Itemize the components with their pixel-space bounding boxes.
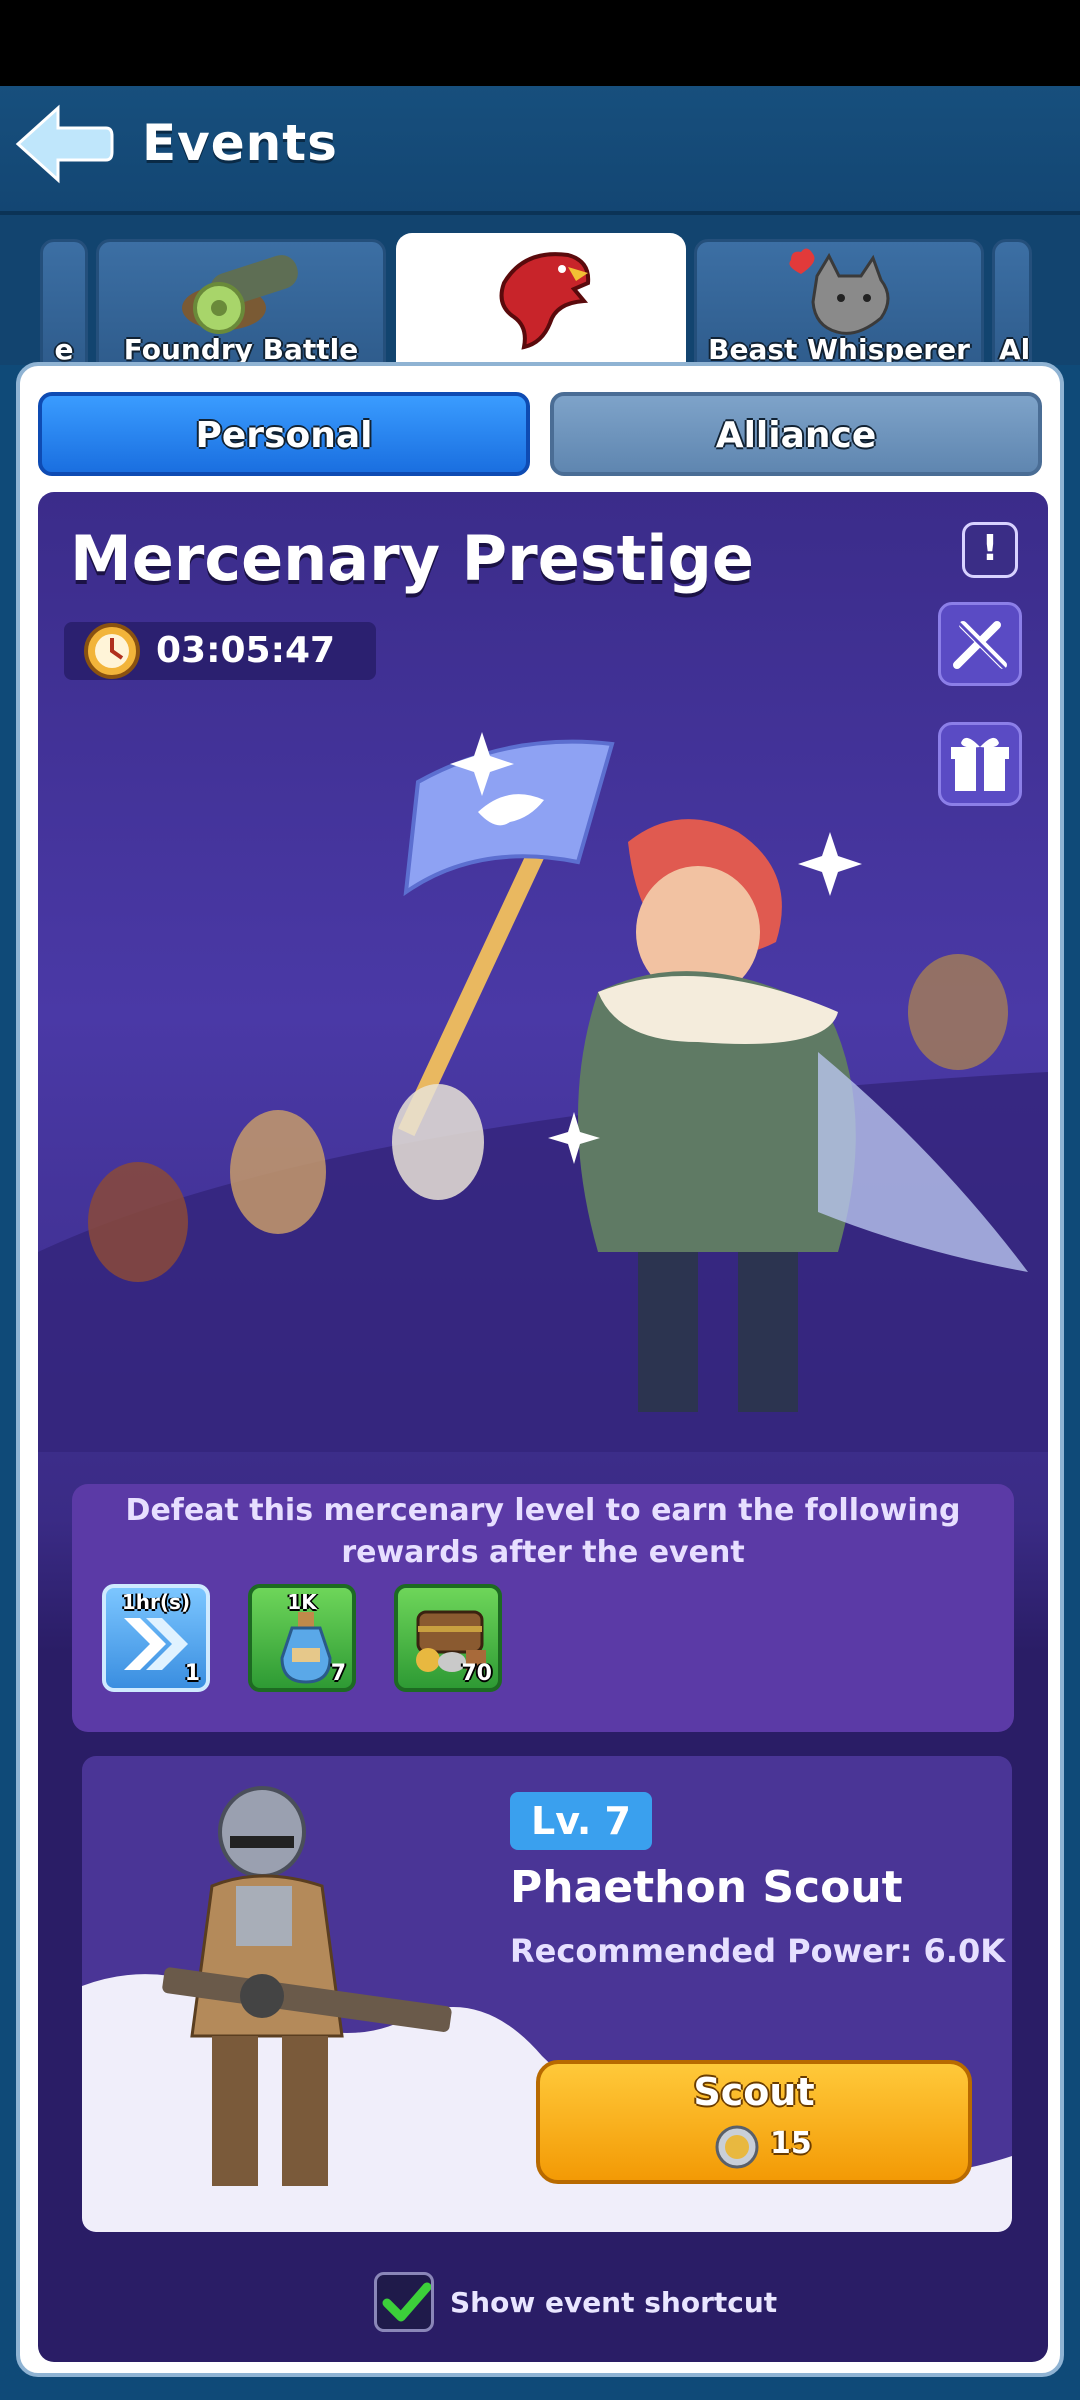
timer-text: 03:05:47 bbox=[156, 630, 336, 671]
top-bar: Events bbox=[0, 86, 1080, 215]
checkmark-icon bbox=[381, 2277, 432, 2331]
enemy-level-badge: Lv. 7 bbox=[510, 1792, 652, 1850]
reward-exp[interactable]: 1K 7 bbox=[248, 1584, 356, 1692]
event-hero-artwork bbox=[38, 692, 1048, 1452]
exp-potion-icon bbox=[274, 1610, 338, 1690]
status-bar bbox=[0, 0, 1080, 86]
reward-top-label: 1hr(s) bbox=[121, 1590, 191, 1614]
back-arrow-icon[interactable] bbox=[14, 102, 114, 186]
checkbox[interactable] bbox=[374, 2272, 434, 2332]
battle-swords-icon[interactable] bbox=[938, 602, 1022, 686]
reward-top-label: 1K bbox=[287, 1590, 317, 1614]
phaethon-scout-portrait bbox=[142, 1786, 462, 2210]
recommended-power: Recommended Power: 6.0K bbox=[510, 1932, 1006, 1970]
speedup-icon bbox=[120, 1612, 192, 1680]
clock-icon bbox=[82, 620, 142, 686]
tab-beast-whisperer[interactable]: Beast Whisperer bbox=[694, 239, 984, 375]
scout-label: Scout bbox=[693, 2070, 815, 2114]
info-icon[interactable]: ! bbox=[962, 522, 1018, 578]
event-title: Mercenary Prestige bbox=[70, 522, 754, 595]
rewards-box: Defeat this mercenary level to earn the … bbox=[72, 1484, 1014, 1732]
tab-partial-left[interactable]: e bbox=[40, 239, 88, 375]
tab-foundry-battle[interactable]: Foundry Battle bbox=[96, 239, 386, 375]
event-timer: 03:05:47 bbox=[64, 622, 376, 680]
event-panel: Personal Alliance Mercenary Prestige ! 0… bbox=[16, 362, 1064, 2377]
scout-button[interactable]: Scout 15 bbox=[536, 2060, 972, 2184]
wolf-heart-icon bbox=[777, 246, 907, 342]
reward-resource-chest[interactable]: 70 bbox=[394, 1584, 502, 1692]
shortcut-label: Show event shortcut bbox=[450, 2286, 778, 2319]
rewards-description: Defeat this mercenary level to earn the … bbox=[125, 1493, 961, 1570]
enemy-name: Phaethon Scout bbox=[510, 1862, 903, 1913]
event-card: Mercenary Prestige ! 03:05:47 Defeat thi… bbox=[38, 492, 1048, 2362]
reward-count: 7 bbox=[330, 1661, 346, 1686]
alliance-tab-button[interactable]: Alliance bbox=[550, 392, 1042, 476]
reward-count: 1 bbox=[184, 1661, 200, 1686]
scout-cost: 15 bbox=[770, 2126, 812, 2161]
reward-speedup[interactable]: 1hr(s) 1 bbox=[102, 1584, 210, 1692]
reward-count: 70 bbox=[461, 1661, 492, 1686]
stamina-can-icon bbox=[714, 2124, 760, 2174]
personal-tab-button[interactable]: Personal bbox=[38, 392, 530, 476]
enemy-card: Lv. 7 Phaethon Scout Recommended Power: … bbox=[82, 1756, 1012, 2232]
cannon-icon bbox=[169, 246, 319, 340]
event-tabs: e Foundry Battle Beast Whisperer Al bbox=[0, 215, 1080, 379]
page-title: Events bbox=[142, 114, 338, 172]
eagle-emblem-icon bbox=[484, 243, 600, 357]
tab-partial-right[interactable]: Al bbox=[992, 239, 1032, 375]
tab-mercenary-prestige[interactable] bbox=[396, 233, 686, 379]
